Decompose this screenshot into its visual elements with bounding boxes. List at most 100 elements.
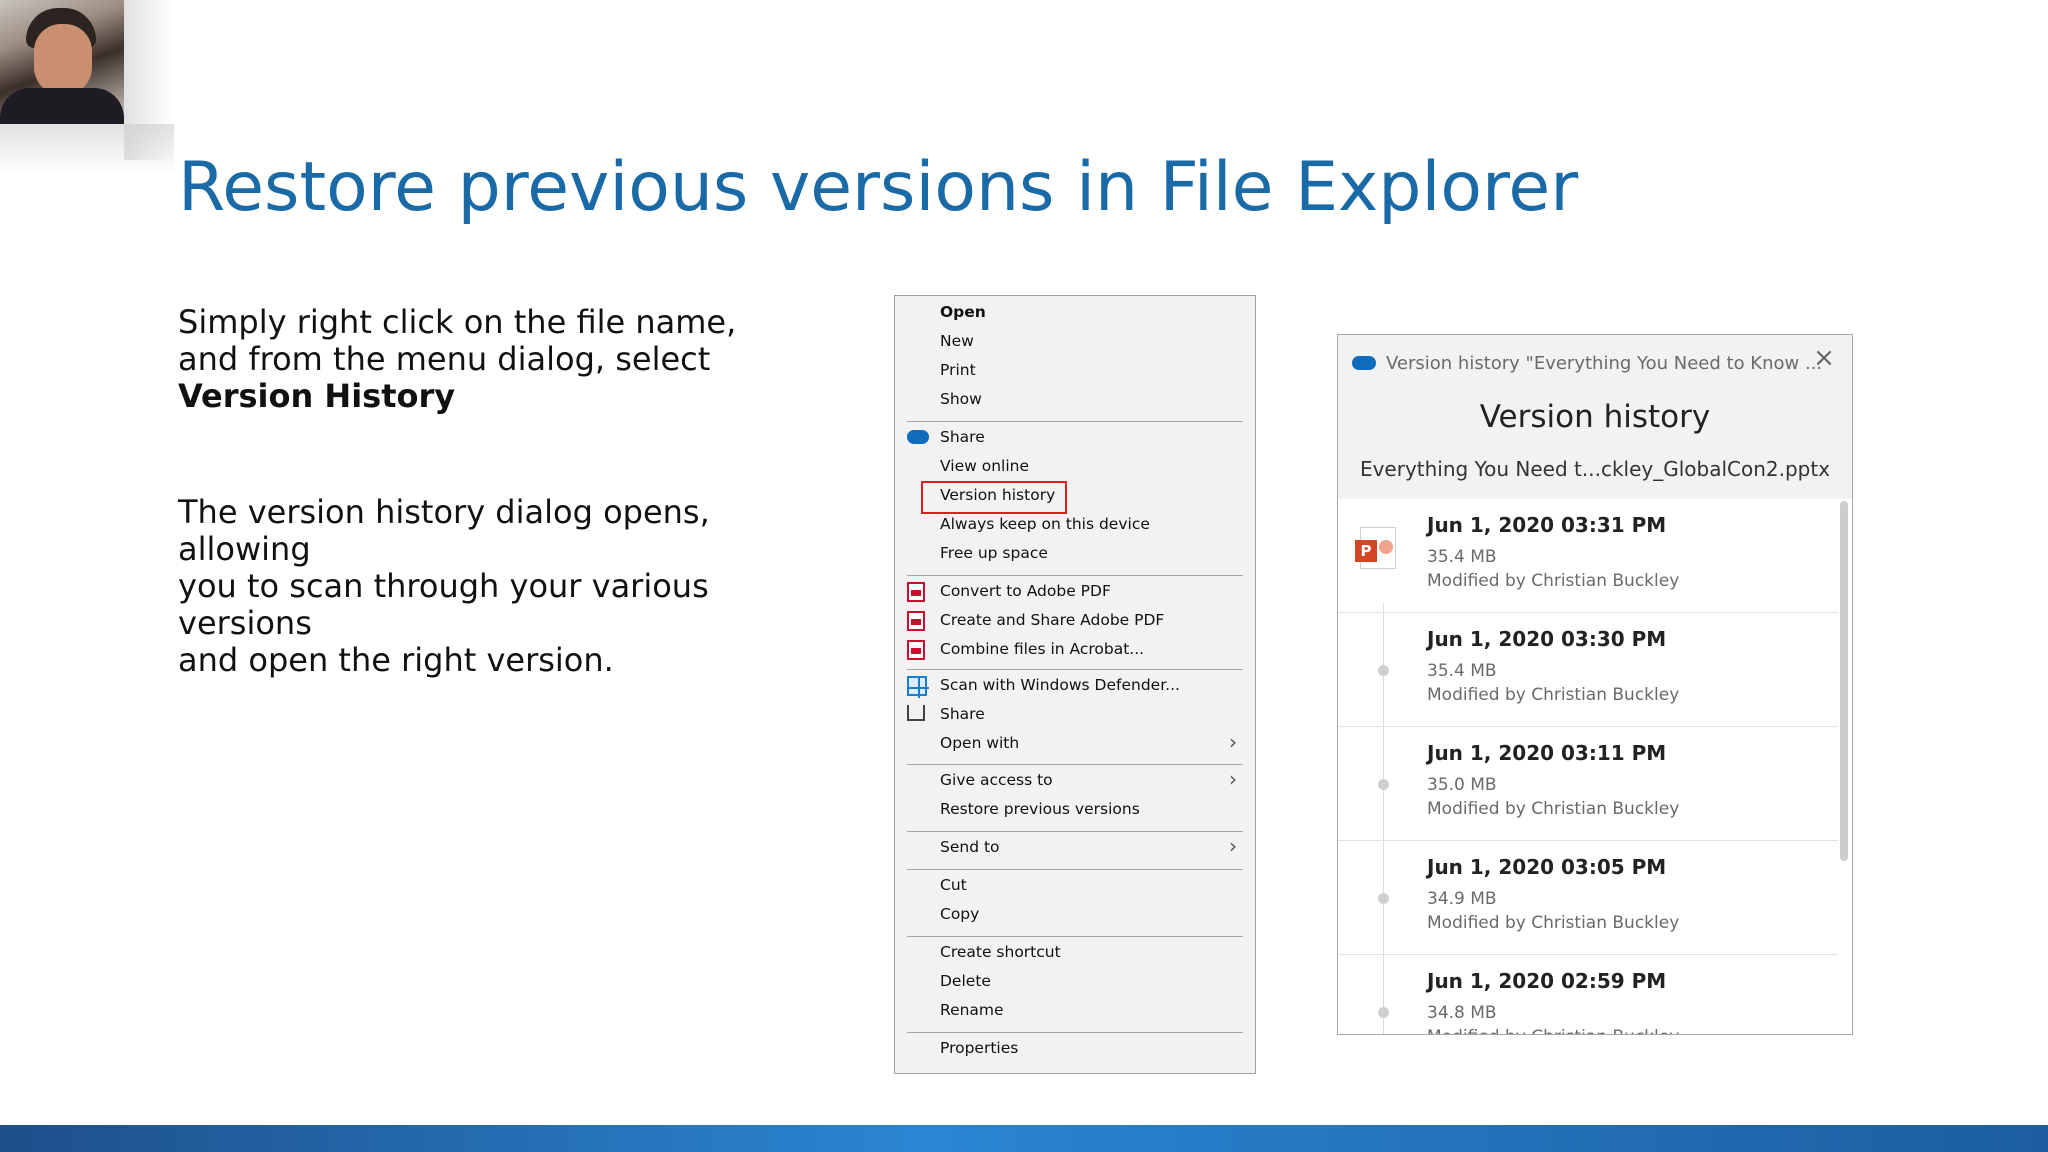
- menu-item-delete[interactable]: Delete: [895, 966, 1255, 995]
- version-datetime: Jun 1, 2020 02:59 PM: [1427, 969, 1667, 993]
- timeline-dot: [1378, 893, 1389, 904]
- version-history-highlight-box: [921, 481, 1067, 514]
- menu-item-label: Properties: [940, 1038, 1019, 1057]
- chevron-right-icon: ›: [1229, 767, 1237, 791]
- version-size: 35.4 MB: [1427, 661, 1497, 681]
- version-history-dialog: Version history "Everything You Need to …: [1337, 334, 1853, 1035]
- presenter-face: [34, 24, 92, 96]
- menu-item-open-with[interactable]: Open with ›: [895, 728, 1255, 757]
- version-datetime: Jun 1, 2020 03:11 PM: [1427, 741, 1667, 765]
- menu-item-label: Rename: [940, 1000, 1004, 1019]
- menu-item-give-access[interactable]: Give access to ›: [895, 765, 1255, 794]
- menu-item-open[interactable]: Open: [895, 297, 1255, 326]
- close-icon[interactable]: ×: [1810, 345, 1838, 373]
- menu-item-create-shortcut[interactable]: Create shortcut: [895, 937, 1255, 966]
- paragraph-2-line-2: you to scan through your various version…: [178, 567, 709, 642]
- chevron-right-icon: ›: [1229, 730, 1237, 754]
- menu-item-properties[interactable]: Properties: [895, 1033, 1255, 1062]
- chevron-right-icon: ›: [1229, 834, 1237, 858]
- menu-item-new[interactable]: New: [895, 326, 1255, 355]
- menu-item-label: Scan with Windows Defender...: [940, 675, 1180, 694]
- onedrive-cloud-icon: [907, 428, 929, 446]
- timeline-dot: [1378, 665, 1389, 676]
- paragraph-2-line-3: and open the right version.: [178, 641, 614, 679]
- menu-item-label: Delete: [940, 971, 991, 990]
- menu-item-label: Show: [940, 389, 982, 408]
- menu-item-label: Give access to: [940, 770, 1053, 789]
- menu-item-label: Send to: [940, 837, 1000, 856]
- version-size: 35.4 MB: [1427, 547, 1497, 567]
- menu-item-convert-adobe-pdf[interactable]: Convert to Adobe PDF: [895, 576, 1255, 605]
- share-icon: [907, 705, 927, 723]
- menu-item-scan-defender[interactable]: Scan with Windows Defender...: [895, 670, 1255, 699]
- instruction-paragraph-2: The version history dialog opens, allowi…: [178, 494, 838, 679]
- timeline-dot: [1378, 1007, 1389, 1018]
- paragraph-1-bold: Version History: [178, 377, 456, 415]
- menu-item-label: View online: [940, 456, 1029, 475]
- menu-item-label: Always keep on this device: [940, 514, 1150, 533]
- menu-item-label: Cut: [940, 875, 967, 894]
- menu-item-combine-acrobat[interactable]: Combine files in Acrobat...: [895, 634, 1255, 663]
- dialog-heading: Version history: [1479, 399, 1711, 435]
- menu-item-label: Create shortcut: [940, 942, 1061, 961]
- menu-item-onedrive-share[interactable]: Share: [895, 422, 1255, 451]
- timeline-dot: [1378, 779, 1389, 790]
- version-size: 34.9 MB: [1427, 889, 1497, 909]
- menu-item-label: Create and Share Adobe PDF: [940, 610, 1165, 629]
- menu-item-cut[interactable]: Cut: [895, 870, 1255, 899]
- menu-item-view-online[interactable]: View online: [895, 451, 1255, 480]
- menu-item-label: Combine files in Acrobat...: [940, 639, 1145, 658]
- dialog-header: Version history "Everything You Need to …: [1338, 335, 1852, 499]
- menu-item-free-up-space[interactable]: Free up space: [895, 538, 1255, 567]
- menu-item-label: Print: [940, 360, 976, 379]
- menu-item-create-share-pdf[interactable]: Create and Share Adobe PDF: [895, 605, 1255, 634]
- thumbnail-shadow-bottom: [0, 124, 174, 174]
- menu-item-print[interactable]: Print: [895, 355, 1255, 384]
- onedrive-cloud-icon: [1352, 356, 1376, 370]
- menu-item-label: Convert to Adobe PDF: [940, 581, 1111, 600]
- acrobat-combine-icon: [907, 640, 927, 660]
- menu-item-copy[interactable]: Copy: [895, 899, 1255, 928]
- menu-item-label: Copy: [940, 904, 980, 923]
- version-entry[interactable]: P Jun 1, 2020 03:31 PM 35.4 MB Modified …: [1338, 499, 1838, 613]
- menu-item-restore-previous[interactable]: Restore previous versions: [895, 794, 1255, 823]
- version-datetime: Jun 1, 2020 03:30 PM: [1427, 627, 1667, 651]
- windows-defender-icon: [907, 676, 929, 698]
- presenter-jacket: [0, 88, 124, 124]
- version-entry[interactable]: Jun 1, 2020 03:30 PM 35.4 MB Modified by…: [1338, 613, 1838, 727]
- version-size: 35.0 MB: [1427, 775, 1497, 795]
- menu-item-label: Share: [940, 427, 985, 446]
- menu-item-rename[interactable]: Rename: [895, 995, 1255, 1024]
- version-entry[interactable]: Jun 1, 2020 03:05 PM 34.9 MB Modified by…: [1338, 841, 1838, 955]
- menu-item-label: Open with: [940, 733, 1020, 752]
- menu-item-share[interactable]: Share: [895, 699, 1255, 728]
- version-entry[interactable]: Jun 1, 2020 03:11 PM 35.0 MB Modified by…: [1338, 727, 1838, 841]
- presenter-video-thumbnail: [0, 0, 124, 124]
- paragraph-1-line-2: and from the menu dialog, select: [178, 340, 711, 378]
- slide-footer-bar: [0, 1125, 2048, 1152]
- powerpoint-file-icon: P: [1355, 527, 1396, 569]
- version-datetime: Jun 1, 2020 03:05 PM: [1427, 855, 1667, 879]
- menu-item-label: Share: [940, 704, 985, 723]
- dialog-titlebar: Version history "Everything You Need to …: [1352, 345, 1822, 381]
- version-modified-by: Modified by Christian Buckley: [1427, 571, 1680, 591]
- version-modified-by: Modified by Christian Buckley: [1427, 685, 1680, 705]
- paragraph-2-line-1: The version history dialog opens, allowi…: [178, 493, 710, 568]
- version-entry[interactable]: Jun 1, 2020 02:59 PM 34.8 MB Modified by…: [1338, 955, 1838, 1034]
- scrollbar-thumb[interactable]: [1840, 501, 1848, 861]
- dialog-window-title: Version history "Everything You Need to …: [1386, 352, 1823, 374]
- version-modified-by: Modified by Christian Buckley: [1427, 799, 1680, 819]
- menu-item-label: Free up space: [940, 543, 1048, 562]
- dialog-file-name: Everything You Need t...ckley_GlobalCon2…: [1359, 457, 1831, 481]
- menu-item-label: New: [940, 331, 974, 350]
- menu-item-send-to[interactable]: Send to ›: [895, 832, 1255, 861]
- instruction-paragraph-1: Simply right click on the file name, and…: [178, 304, 838, 415]
- slide-title: Restore previous versions in File Explor…: [178, 148, 1579, 227]
- menu-item-label: Restore previous versions: [940, 799, 1140, 818]
- version-modified-by: Modified by Christian Buckley: [1427, 1027, 1679, 1034]
- context-menu: Open New Print Show Share View online Ve…: [894, 295, 1256, 1074]
- version-size: 34.8 MB: [1427, 1003, 1497, 1023]
- version-modified-by: Modified by Christian Buckley: [1427, 913, 1680, 933]
- menu-item-show[interactable]: Show: [895, 384, 1255, 413]
- paragraph-1-line-1: Simply right click on the file name,: [178, 303, 737, 341]
